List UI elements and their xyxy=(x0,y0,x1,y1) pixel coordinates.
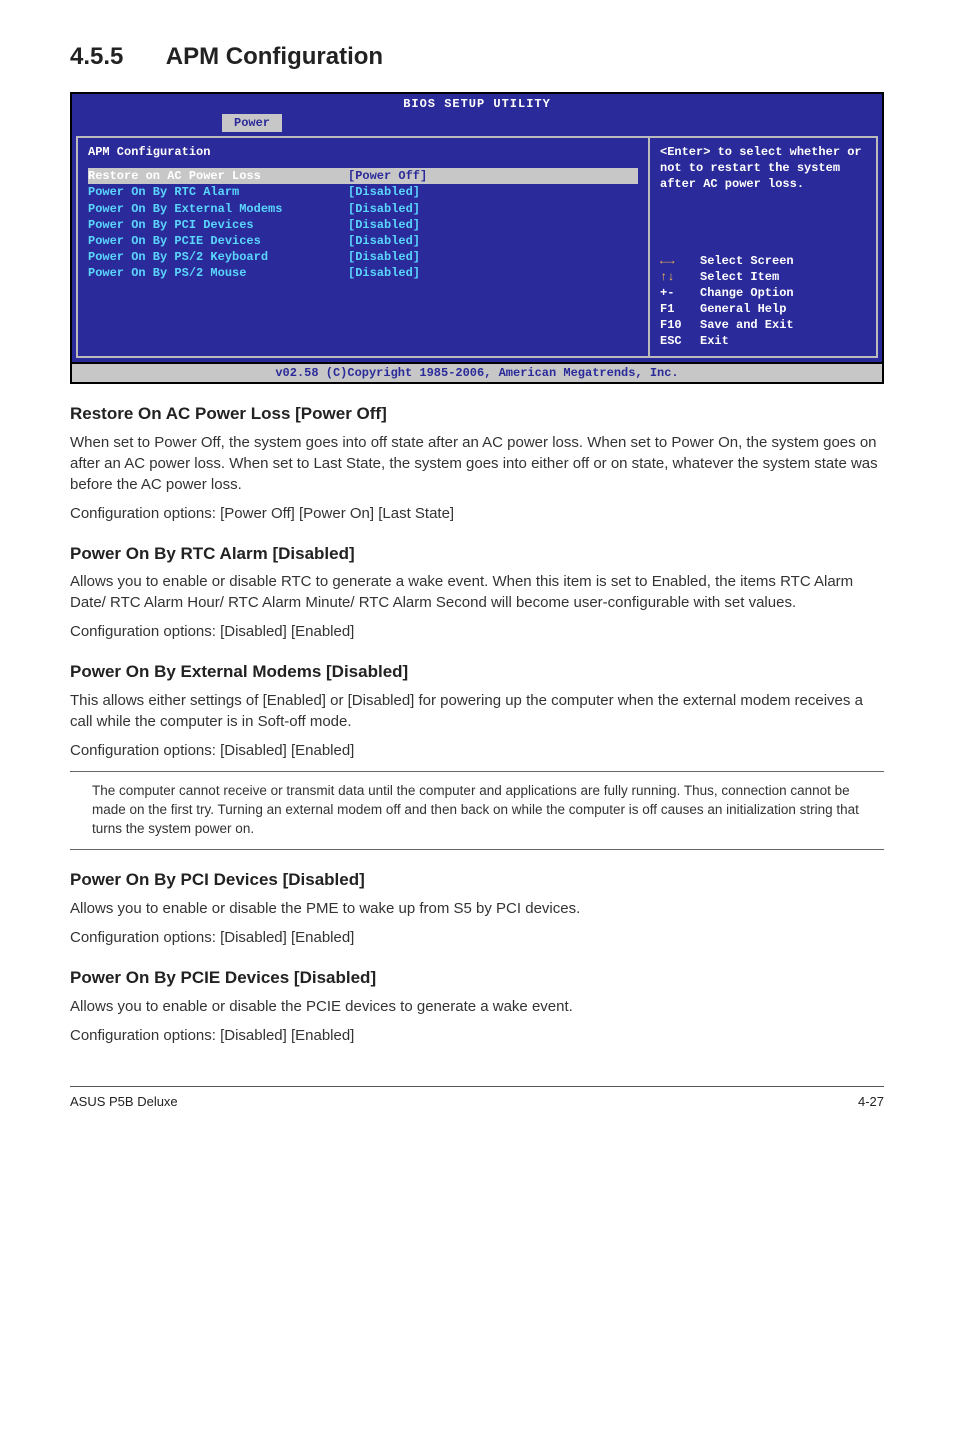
page-footer: ASUS P5B Deluxe 4-27 xyxy=(70,1086,884,1111)
paragraph: Allows you to enable or disable the PCIE… xyxy=(70,996,884,1017)
section-title-text: APM Configuration xyxy=(166,43,383,70)
paragraph: Allows you to enable or disable RTC to g… xyxy=(70,571,884,613)
bios-key-action: General Help xyxy=(700,301,786,317)
bios-key-action: Exit xyxy=(700,333,729,349)
bios-key-row: ↑↓Select Item xyxy=(660,269,866,285)
footer-left: ASUS P5B Deluxe xyxy=(70,1093,178,1111)
paragraph: Configuration options: [Disabled] [Enabl… xyxy=(70,1025,884,1046)
bios-key-action: Select Item xyxy=(700,269,779,285)
heading-rtc: Power On By RTC Alarm [Disabled] xyxy=(70,542,884,566)
bios-key-row: ←→Select Screen xyxy=(660,253,866,269)
bios-row-label: Power On By PS/2 Keyboard xyxy=(88,249,348,265)
note-box: The computer cannot receive or transmit … xyxy=(70,771,884,850)
bios-row[interactable]: Power On By PS/2 Mouse [Disabled] xyxy=(88,265,638,281)
bios-help-pane: <Enter> to select whether or not to rest… xyxy=(648,136,878,358)
paragraph: Configuration options: [Disabled] [Enabl… xyxy=(70,927,884,948)
bios-row-value: [Disabled] xyxy=(348,201,420,217)
bios-key-legend: ←→Select Screen ↑↓Select Item +-Change O… xyxy=(660,253,866,350)
heading-pci: Power On By PCI Devices [Disabled] xyxy=(70,868,884,892)
section-title: 4.5.5 APM Configuration xyxy=(70,40,884,74)
bios-row-value: [Disabled] xyxy=(348,217,420,233)
bios-row-value: [Disabled] xyxy=(348,184,420,200)
bios-key-key: F1 xyxy=(660,301,700,317)
bios-row[interactable]: Power On By RTC Alarm [Disabled] xyxy=(88,184,638,200)
bios-key-action: Change Option xyxy=(700,285,794,301)
bios-row-label: Power On By PCI Devices xyxy=(88,217,348,233)
heading-restore: Restore On AC Power Loss [Power Off] xyxy=(70,402,884,426)
bios-panel-header: APM Configuration xyxy=(88,144,638,160)
bios-screenshot: BIOS SETUP UTILITY Power APM Configurati… xyxy=(70,92,884,384)
bios-row-label: Power On By RTC Alarm xyxy=(88,184,348,200)
bios-title: BIOS SETUP UTILITY xyxy=(70,92,884,114)
bios-row-label: Restore on AC Power Loss xyxy=(88,168,348,184)
paragraph: Configuration options: [Disabled] [Enabl… xyxy=(70,740,884,761)
arrow-lr-icon: ←→ xyxy=(660,253,700,269)
paragraph: This allows either settings of [Enabled]… xyxy=(70,690,884,732)
bios-row-label: Power On By PCIE Devices xyxy=(88,233,348,249)
bios-row-value: [Disabled] xyxy=(348,233,420,249)
heading-modem: Power On By External Modems [Disabled] xyxy=(70,660,884,684)
bios-row-value: [Disabled] xyxy=(348,249,420,265)
bios-key-action: Select Screen xyxy=(700,253,794,269)
bios-help-text: <Enter> to select whether or not to rest… xyxy=(660,144,866,193)
note-text: The computer cannot receive or transmit … xyxy=(92,782,880,839)
bios-key-action: Save and Exit xyxy=(700,317,794,333)
bios-left-pane: APM Configuration Restore on AC Power Lo… xyxy=(76,136,648,358)
bios-row-selected[interactable]: Restore on AC Power Loss [Power Off] xyxy=(88,168,638,184)
heading-pcie: Power On By PCIE Devices [Disabled] xyxy=(70,966,884,990)
bios-row[interactable]: Power On By PCIE Devices [Disabled] xyxy=(88,233,638,249)
bios-row-label: Power On By PS/2 Mouse xyxy=(88,265,348,281)
bios-row-label: Power On By External Modems xyxy=(88,201,348,217)
bios-row[interactable]: Power On By PS/2 Keyboard [Disabled] xyxy=(88,249,638,265)
bios-key-key: +- xyxy=(660,285,700,301)
bios-tabbar: Power xyxy=(70,114,884,132)
footer-right: 4-27 xyxy=(858,1093,884,1111)
bios-key-row: ESCExit xyxy=(660,333,866,349)
bios-row[interactable]: Power On By PCI Devices [Disabled] xyxy=(88,217,638,233)
section-number: 4.5.5 xyxy=(70,40,160,74)
arrow-ud-icon: ↑↓ xyxy=(660,269,700,285)
bios-row[interactable]: Power On By External Modems [Disabled] xyxy=(88,201,638,217)
paragraph: Allows you to enable or disable the PME … xyxy=(70,898,884,919)
bios-key-key: ESC xyxy=(660,333,700,349)
bios-key-row: F1General Help xyxy=(660,301,866,317)
bios-key-row: +-Change Option xyxy=(660,285,866,301)
bios-body: APM Configuration Restore on AC Power Lo… xyxy=(70,132,884,364)
paragraph: Configuration options: [Disabled] [Enabl… xyxy=(70,621,884,642)
bios-row-value: [Power Off] xyxy=(348,168,427,184)
bios-key-row: F10Save and Exit xyxy=(660,317,866,333)
bios-row-value: [Disabled] xyxy=(348,265,420,281)
bios-key-key: F10 xyxy=(660,317,700,333)
paragraph: Configuration options: [Power Off] [Powe… xyxy=(70,503,884,524)
bios-tab-power[interactable]: Power xyxy=(222,114,282,132)
bios-footer: v02.58 (C)Copyright 1985-2006, American … xyxy=(70,364,884,384)
paragraph: When set to Power Off, the system goes i… xyxy=(70,432,884,495)
